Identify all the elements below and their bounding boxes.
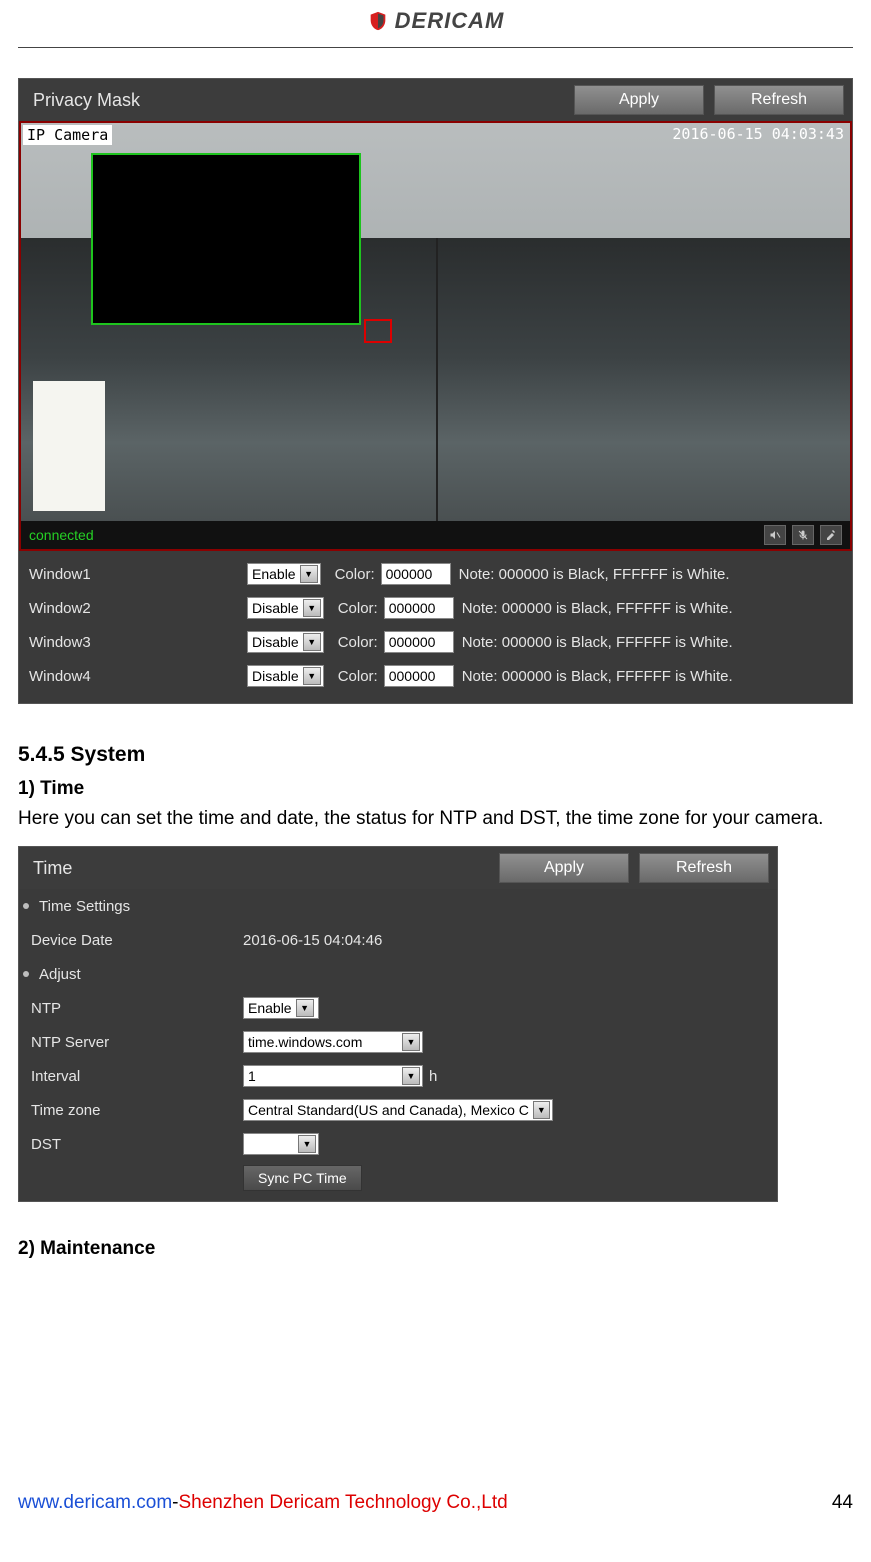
- page-header: DERICAM: [18, 0, 853, 48]
- chevron-down-icon: ▼: [533, 1101, 550, 1119]
- panel-title: Privacy Mask: [27, 90, 564, 111]
- label-timezone: Time zone: [31, 1102, 243, 1119]
- chevron-down-icon: ▼: [303, 633, 321, 651]
- color-label: Color:: [338, 668, 378, 685]
- row-ntp-server: NTP Server time.windows.com▼: [19, 1025, 777, 1059]
- window-label: Window1: [27, 566, 247, 583]
- time-panel: Time Apply Refresh Time Settings Device …: [18, 846, 778, 1202]
- timestamp-label: 2016-06-15 04:03:43: [672, 125, 844, 143]
- apply-button[interactable]: Apply: [499, 853, 629, 883]
- window-label: Window3: [27, 634, 247, 651]
- eye-chart: [33, 381, 105, 511]
- ntp-select[interactable]: Enable▼: [243, 997, 319, 1019]
- chevron-down-icon: ▼: [402, 1033, 420, 1051]
- row-ntp: NTP Enable▼: [19, 991, 777, 1025]
- value-device-date: 2016-06-15 04:04:46: [243, 932, 382, 949]
- chevron-down-icon: ▼: [298, 1135, 316, 1153]
- window-row: Window4 Disable▼ Color: Note: 000000 is …: [27, 659, 844, 693]
- settings-icon[interactable]: [820, 525, 842, 545]
- privacy-mask-panel: Privacy Mask Apply Refresh IP Camera 201…: [18, 78, 853, 704]
- connection-status: connected: [29, 527, 94, 543]
- footer-company: Shenzhen Dericam Technology Co.,Ltd: [178, 1492, 507, 1513]
- video-preview[interactable]: IP Camera 2016-06-15 04:03:43 connected: [19, 121, 852, 551]
- chevron-down-icon: ▼: [303, 599, 321, 617]
- row-timezone: Time zone Central Standard(US and Canada…: [19, 1093, 777, 1127]
- sync-pc-time-button[interactable]: Sync PC Time: [243, 1165, 362, 1191]
- page-footer: www.dericam.com-Shenzhen Dericam Technol…: [18, 1492, 853, 1514]
- paragraph-time: Here you can set the time and date, the …: [18, 804, 853, 834]
- window-label: Window2: [27, 600, 247, 617]
- color-note: Note: 000000 is Black, FFFFFF is White.: [462, 668, 733, 685]
- window-row: Window2 Disable▼ Color: Note: 000000 is …: [27, 591, 844, 625]
- refresh-button[interactable]: Refresh: [714, 85, 844, 115]
- chevron-down-icon: ▼: [303, 667, 321, 685]
- color-note: Note: 000000 is Black, FFFFFF is White.: [459, 566, 730, 583]
- interval-select[interactable]: 1▼: [243, 1065, 423, 1087]
- bullet-icon: [23, 903, 29, 909]
- footer-url[interactable]: www.dericam.com: [18, 1492, 172, 1513]
- label-dst: DST: [31, 1136, 243, 1153]
- heading-maintenance: 2) Maintenance: [18, 1238, 853, 1260]
- color-input[interactable]: [384, 597, 454, 619]
- color-input[interactable]: [381, 563, 451, 585]
- window-row: Window1 Enable▼ Color: Note: 000000 is B…: [27, 557, 844, 591]
- brand-logo: DERICAM: [367, 8, 505, 34]
- mic-icon[interactable]: [792, 525, 814, 545]
- chevron-down-icon: ▼: [296, 999, 314, 1017]
- panel-title: Time: [27, 858, 489, 879]
- window-row: Window3 Disable▼ Color: Note: 000000 is …: [27, 625, 844, 659]
- color-input[interactable]: [384, 665, 454, 687]
- panel-header: Time Apply Refresh: [19, 847, 777, 889]
- label-interval: Interval: [31, 1068, 243, 1085]
- color-note: Note: 000000 is Black, FFFFFF is White.: [462, 634, 733, 651]
- heading-system: 5.4.5 System: [18, 738, 853, 772]
- window-rows: Window1 Enable▼ Color: Note: 000000 is B…: [19, 551, 852, 703]
- video-status-bar: connected: [21, 521, 850, 549]
- doc-text: 5.4.5 System 1) Time Here you can set th…: [18, 738, 853, 834]
- window-state-select[interactable]: Disable▼: [247, 631, 324, 653]
- window-state-select[interactable]: Disable▼: [247, 597, 324, 619]
- refresh-button[interactable]: Refresh: [639, 853, 769, 883]
- heading-time: 1) Time: [18, 774, 853, 804]
- row-device-date: Device Date 2016-06-15 04:04:46: [19, 923, 777, 957]
- interval-unit: h: [429, 1068, 437, 1085]
- mute-icon[interactable]: [764, 525, 786, 545]
- window-state-select[interactable]: Disable▼: [247, 665, 324, 687]
- subheading-time-settings: Time Settings: [19, 889, 777, 923]
- window-label: Window4: [27, 668, 247, 685]
- page-number: 44: [832, 1492, 853, 1514]
- color-input[interactable]: [384, 631, 454, 653]
- label-ntp-server: NTP Server: [31, 1034, 243, 1051]
- color-label: Color:: [338, 634, 378, 651]
- focus-region[interactable]: [364, 319, 392, 343]
- mask-region[interactable]: [91, 153, 361, 325]
- timezone-select[interactable]: Central Standard(US and Canada), Mexico …: [243, 1099, 553, 1121]
- chevron-down-icon: ▼: [402, 1067, 420, 1085]
- label-device-date: Device Date: [31, 932, 243, 949]
- window-state-select[interactable]: Enable▼: [247, 563, 321, 585]
- color-label: Color:: [338, 600, 378, 617]
- ip-camera-label: IP Camera: [23, 125, 112, 145]
- panel-header: Privacy Mask Apply Refresh: [19, 79, 852, 121]
- row-sync: Sync PC Time: [19, 1161, 777, 1195]
- ntp-server-select[interactable]: time.windows.com▼: [243, 1031, 423, 1053]
- bullet-icon: [23, 971, 29, 977]
- subheading-adjust: Adjust: [19, 957, 777, 991]
- brand-text: DERICAM: [395, 8, 505, 34]
- color-note: Note: 000000 is Black, FFFFFF is White.: [462, 600, 733, 617]
- color-label: Color:: [335, 566, 375, 583]
- apply-button[interactable]: Apply: [574, 85, 704, 115]
- dst-select[interactable]: ▼: [243, 1133, 319, 1155]
- shield-icon: [367, 10, 389, 32]
- label-ntp: NTP: [31, 1000, 243, 1017]
- chevron-down-icon: ▼: [300, 565, 318, 583]
- row-interval: Interval 1▼ h: [19, 1059, 777, 1093]
- row-dst: DST ▼: [19, 1127, 777, 1161]
